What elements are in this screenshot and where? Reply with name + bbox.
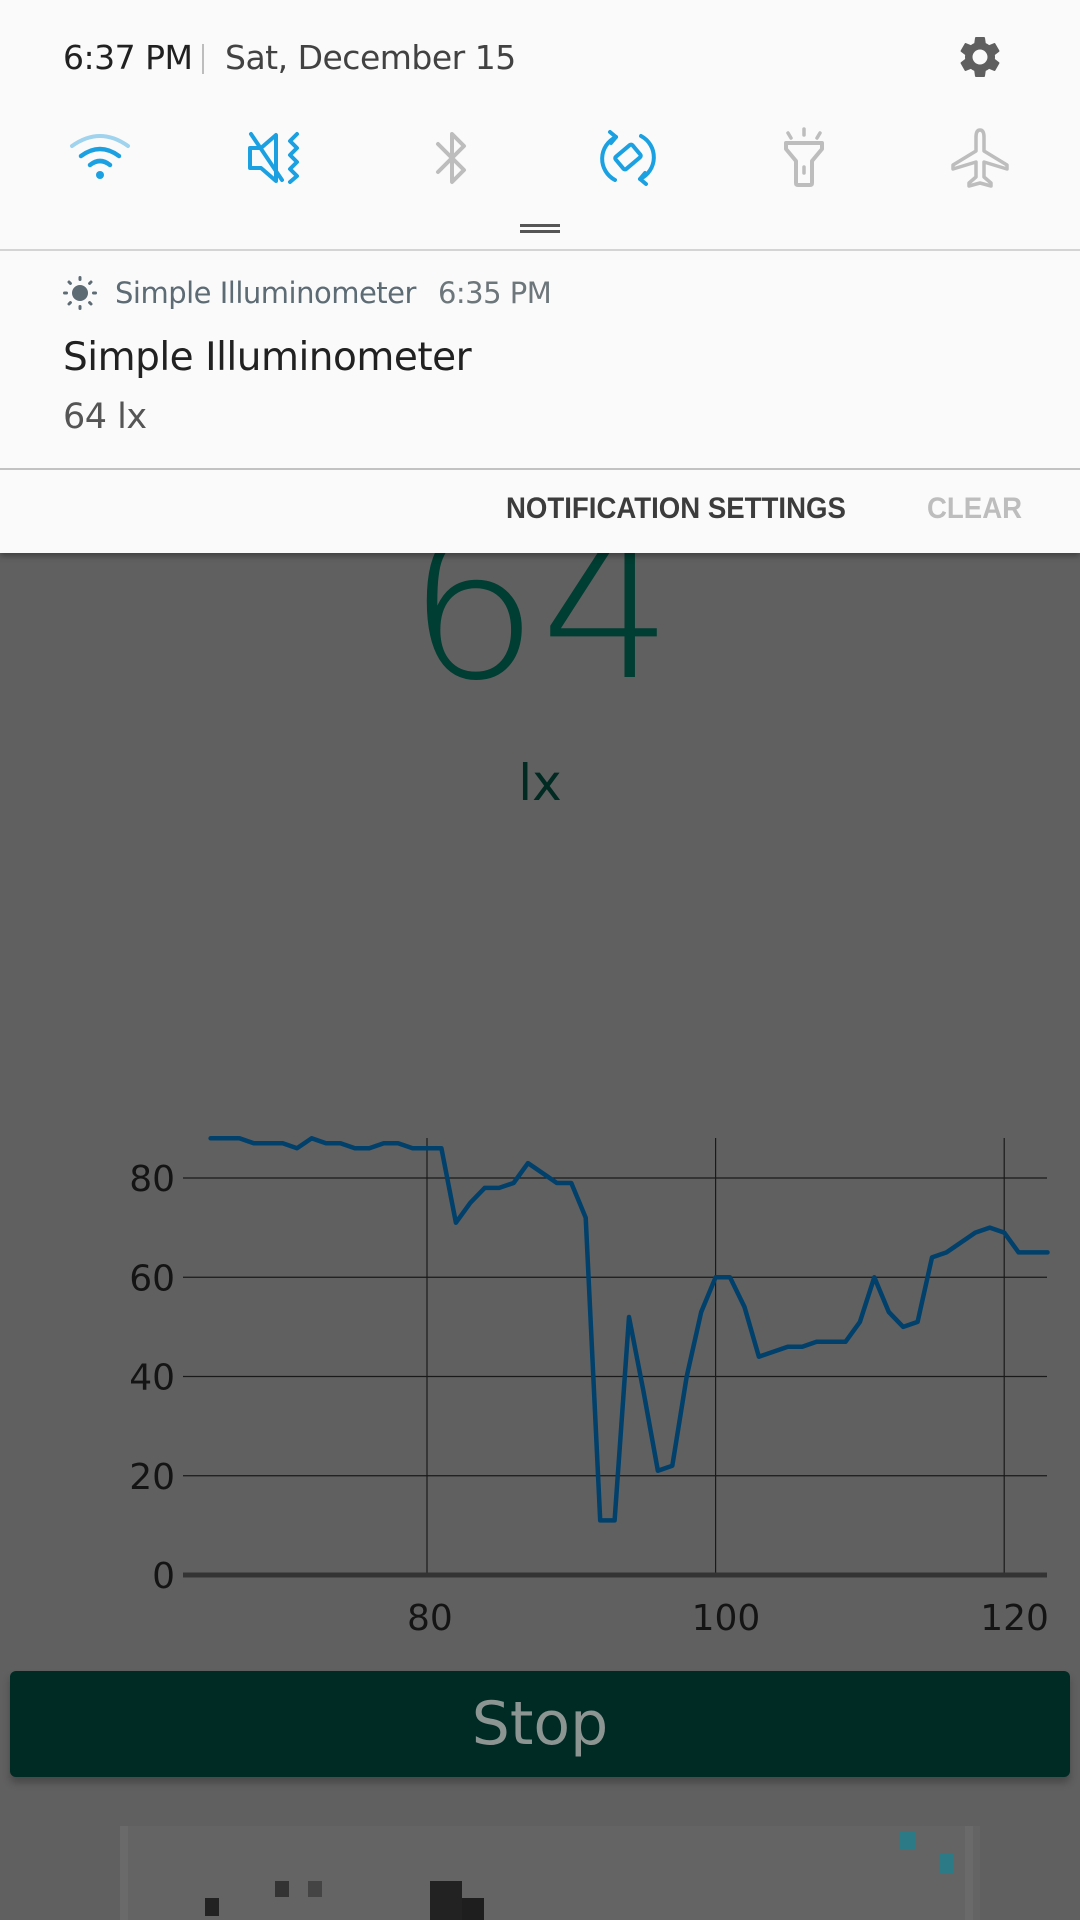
auto-rotate-toggle[interactable] — [592, 122, 664, 194]
y-tick-label: 80 — [129, 1159, 175, 1200]
airplane-icon — [951, 128, 1009, 188]
status-date: Sat, December 15 — [225, 38, 516, 77]
notification-app-name: Simple Illuminometer — [115, 276, 416, 310]
chart-series — [208, 1136, 1050, 1523]
x-tick-label: 100 — [692, 1598, 761, 1639]
y-tick-label: 20 — [129, 1457, 175, 1498]
settings-gear-icon[interactable] — [955, 32, 1005, 82]
y-tick-label: 0 — [152, 1556, 175, 1597]
mute-vibrate-icon — [248, 132, 299, 184]
airplane-mode-toggle[interactable] — [944, 122, 1016, 194]
status-time: 6:37 PM — [63, 38, 193, 77]
chart-tick-labels: 0 20 40 60 80 80 100 120 — [129, 1159, 1049, 1639]
y-tick-label: 60 — [129, 1258, 175, 1299]
clear-button[interactable]: CLEAR — [927, 492, 1022, 526]
lux-history-chart: 0 20 40 60 80 80 100 120 — [129, 1136, 1050, 1639]
notification-settings-button[interactable]: NOTIFICATION SETTINGS — [506, 492, 846, 526]
sun-icon — [63, 276, 97, 310]
wifi-icon — [70, 134, 130, 179]
x-tick-label: 120 — [980, 1598, 1049, 1639]
wifi-toggle[interactable] — [64, 122, 136, 194]
notification-time: 6:35 PM — [437, 276, 552, 310]
auto-rotate-icon — [600, 130, 656, 186]
bluetooth-icon — [436, 132, 466, 184]
y-tick-label: 40 — [129, 1358, 175, 1399]
quick-settings-row — [0, 122, 1080, 194]
notification-header: Simple Illuminometer 6:35 PM — [63, 273, 552, 313]
bluetooth-toggle[interactable] — [416, 122, 488, 194]
x-tick-label: 80 — [407, 1598, 453, 1639]
status-separator — [202, 44, 204, 74]
shade-drag-handle[interactable] — [520, 224, 560, 233]
series-line-lux — [208, 1136, 1050, 1523]
notification-text: 64 lx — [63, 397, 147, 437]
ad-banner[interactable] — [120, 1826, 980, 1920]
notification-shade: 6:37 PM Sat, December 15 Simple Illumino… — [0, 0, 1080, 553]
notification-actions: NOTIFICATION SETTINGS CLEAR — [0, 470, 1080, 553]
sound-mode-toggle[interactable] — [240, 122, 312, 194]
stop-button[interactable]: Stop — [10, 1671, 1070, 1777]
notification-title: Simple Illuminometer — [63, 335, 472, 380]
flashlight-icon — [784, 127, 824, 187]
notification-card[interactable]: Simple Illuminometer 6:35 PM Simple Illu… — [0, 251, 1080, 469]
flashlight-toggle[interactable] — [768, 122, 840, 194]
lux-unit-label: lx — [518, 754, 562, 812]
